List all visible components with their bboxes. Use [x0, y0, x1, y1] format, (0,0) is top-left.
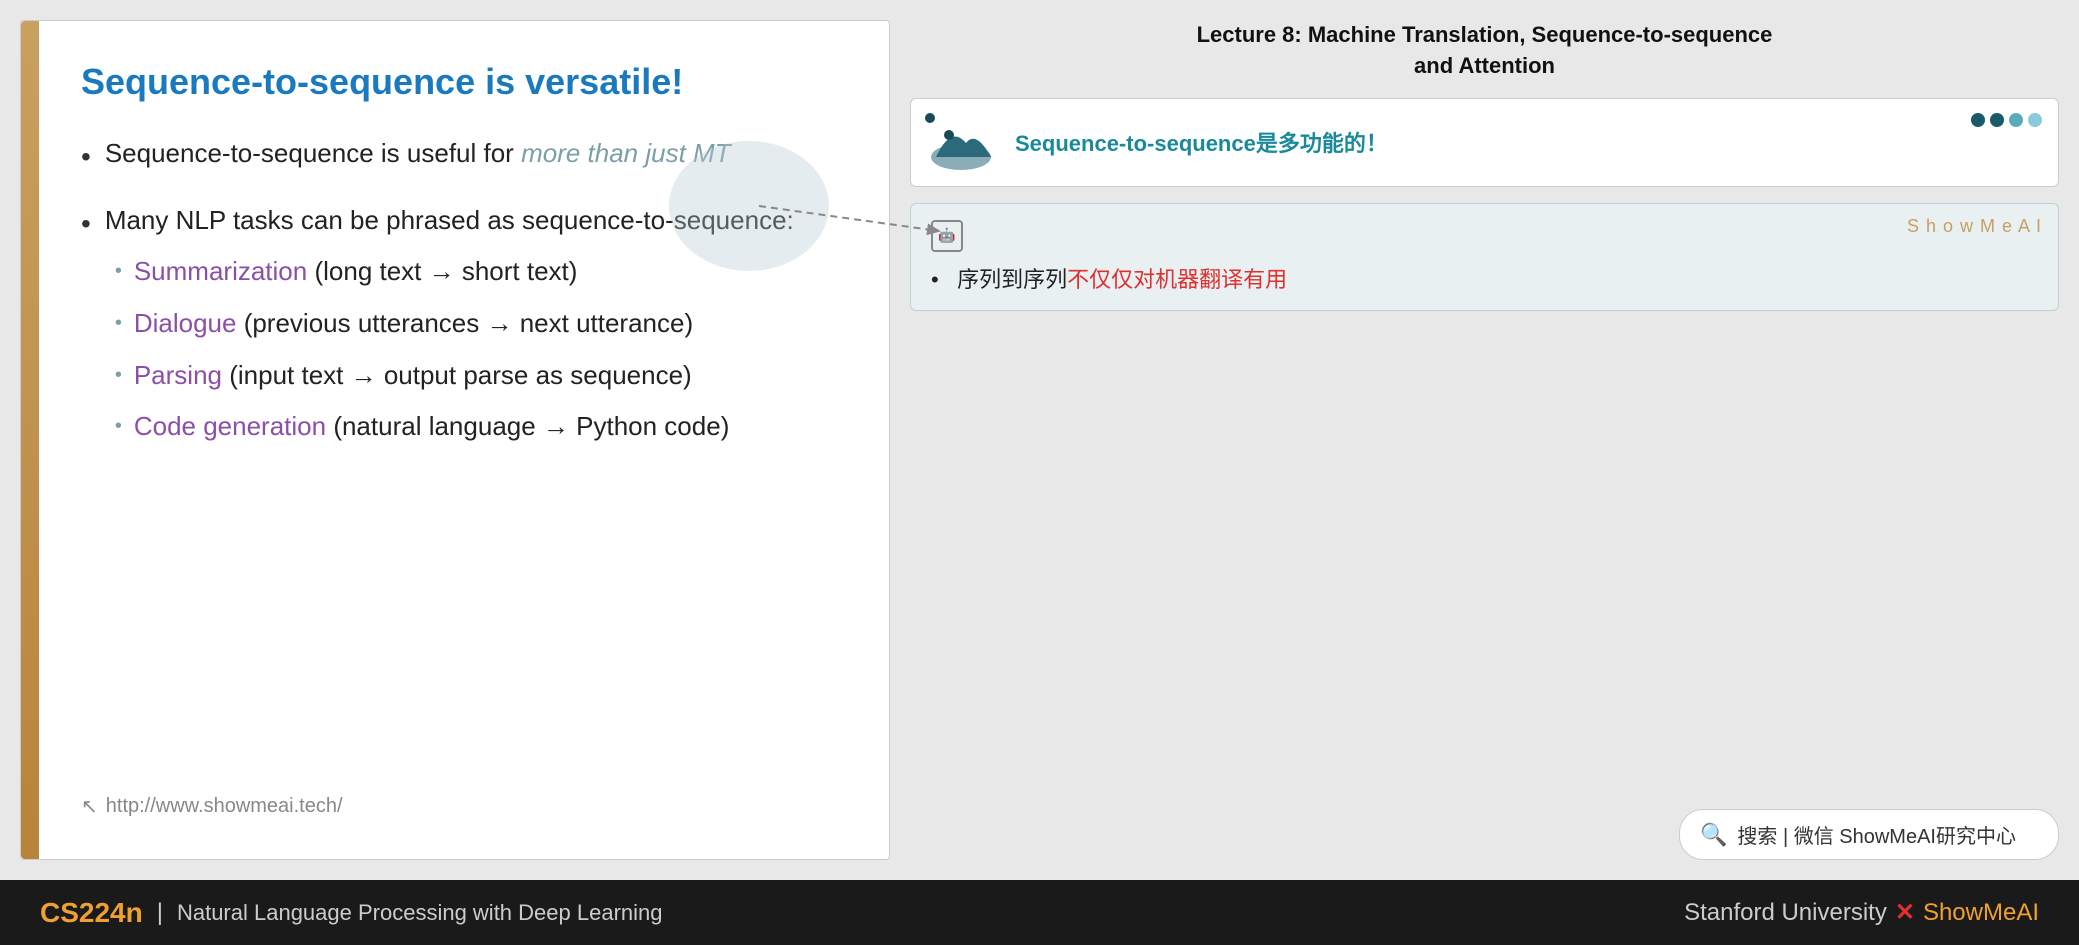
bullet-1-before: Sequence-to-sequence is useful for — [105, 138, 521, 168]
search-icon: 🔍 — [1700, 822, 1727, 848]
sub-rest-1: (long text → short text) — [307, 256, 577, 286]
cs224n-label: CS224n — [40, 897, 143, 929]
cursor-icon: ↖ — [81, 794, 98, 819]
search-text: 搜索 | 微信 ShowMeAI研究中心 — [1737, 820, 2016, 849]
card-before: 序列到序列 — [957, 267, 1067, 292]
sub-label-1: Summarization — [134, 256, 307, 286]
teal-circle-1 — [1971, 113, 1985, 127]
sub-bullet-dot-4: • — [115, 410, 122, 442]
bullet-dot-1: • — [81, 135, 91, 180]
dashed-arrow — [759, 176, 979, 256]
lecture-header: Lecture 8: Machine Translation, Sequence… — [910, 20, 2059, 82]
right-spacer — [910, 327, 2059, 793]
slide-title: Sequence-to-sequence is versatile! — [81, 61, 839, 103]
sub-label-4: Code generation — [134, 411, 326, 441]
sub-rest-4: (natural language → Python code) — [326, 411, 729, 441]
showmeai-card-text: • 序列到序列不仅仅对机器翻译有用 — [931, 262, 2038, 294]
slide-left-bar — [21, 21, 39, 859]
teal-circle-3 — [2009, 113, 2023, 127]
showmeai-brand: ShowMeAI — [1923, 899, 2039, 927]
sub-bullet-3: • Parsing (input text → output parse as … — [115, 355, 794, 397]
card-red: 不仅仅对机器翻译有用 — [1067, 267, 1287, 292]
lecture-header-line1: Lecture 8: Machine Translation, Sequence… — [920, 20, 2049, 51]
showmeai-card: 🤖 S h o w M e A I • 序列到序列不仅仅对机器翻译有用 — [910, 203, 2059, 311]
slide-footer: ↖ http://www.showmeai.tech/ — [81, 794, 839, 819]
bottom-left: CS224n | Natural Language Processing wit… — [40, 897, 663, 929]
mini-dot-tl — [925, 113, 935, 123]
sub-bullet-dot-3: • — [115, 359, 122, 391]
sub-rest-2: (previous utterances → next utterance) — [236, 308, 693, 338]
sub-bullet-2-text: Dialogue (previous utterances → next utt… — [134, 303, 693, 345]
right-panel: Lecture 8: Machine Translation, Sequence… — [910, 20, 2059, 860]
sub-bullet-3-text: Parsing (input text → output parse as se… — [134, 355, 692, 397]
sub-label-2: Dialogue — [134, 308, 237, 338]
bottom-right: Stanford University ✕ ShowMeAI — [1684, 898, 2039, 927]
stanford-label: Stanford University — [1684, 899, 1887, 927]
sub-rest-3: (input text → output parse as sequence) — [222, 360, 692, 390]
sub-label-3: Parsing — [134, 360, 222, 390]
sub-bullet-1-text: Summarization (long text → short text) — [134, 251, 578, 293]
search-bar[interactable]: 🔍 搜索 | 微信 ShowMeAI研究中心 — [1679, 809, 2059, 860]
sub-bullet-1: • Summarization (long text → short text) — [115, 251, 794, 293]
sub-bullet-4-text: Code generation (natural language → Pyth… — [134, 406, 730, 448]
mini-slide-title: Sequence-to-sequence是多功能的！ — [1015, 131, 1388, 156]
showmeai-label: S h o w M e A I — [1907, 216, 2042, 237]
sub-bullet-2: • Dialogue (previous utterances → next u… — [115, 303, 794, 345]
course-title: Natural Language Processing with Deep Le… — [177, 900, 663, 926]
teal-circle-2 — [1990, 113, 2004, 127]
divider-bar: | — [157, 899, 163, 927]
bottom-bar: CS224n | Natural Language Processing wit… — [0, 880, 2079, 945]
mini-slide-title-container: Sequence-to-sequence是多功能的！ — [1015, 126, 1388, 158]
bullet-prefix: • — [931, 267, 951, 292]
teal-circles — [1971, 113, 2042, 127]
mini-slide-decoration — [1971, 113, 2042, 127]
mini-slide: Sequence-to-sequence是多功能的！ — [910, 98, 2059, 187]
bullet-dot-2: • — [81, 202, 91, 247]
slide-panel: Sequence-to-sequence is versatile! • Seq… — [20, 20, 890, 860]
x-mark: ✕ — [1895, 898, 1915, 927]
sub-bullet-4: • Code generation (natural language → Py… — [115, 406, 794, 448]
footer-url: http://www.showmeai.tech/ — [106, 795, 343, 818]
sub-bullet-dot-2: • — [115, 307, 122, 339]
teal-circle-4 — [2028, 113, 2042, 127]
lecture-header-line2: and Attention — [920, 51, 2049, 82]
bullet-1-text: Sequence-to-sequence is useful for more … — [105, 133, 731, 175]
sub-bullets: • Summarization (long text → short text)… — [105, 251, 794, 447]
mini-wave-svg — [931, 115, 1001, 170]
search-bar-wrapper: 🔍 搜索 | 微信 ShowMeAI研究中心 — [910, 809, 2059, 860]
sub-bullet-dot-1: • — [115, 255, 122, 287]
